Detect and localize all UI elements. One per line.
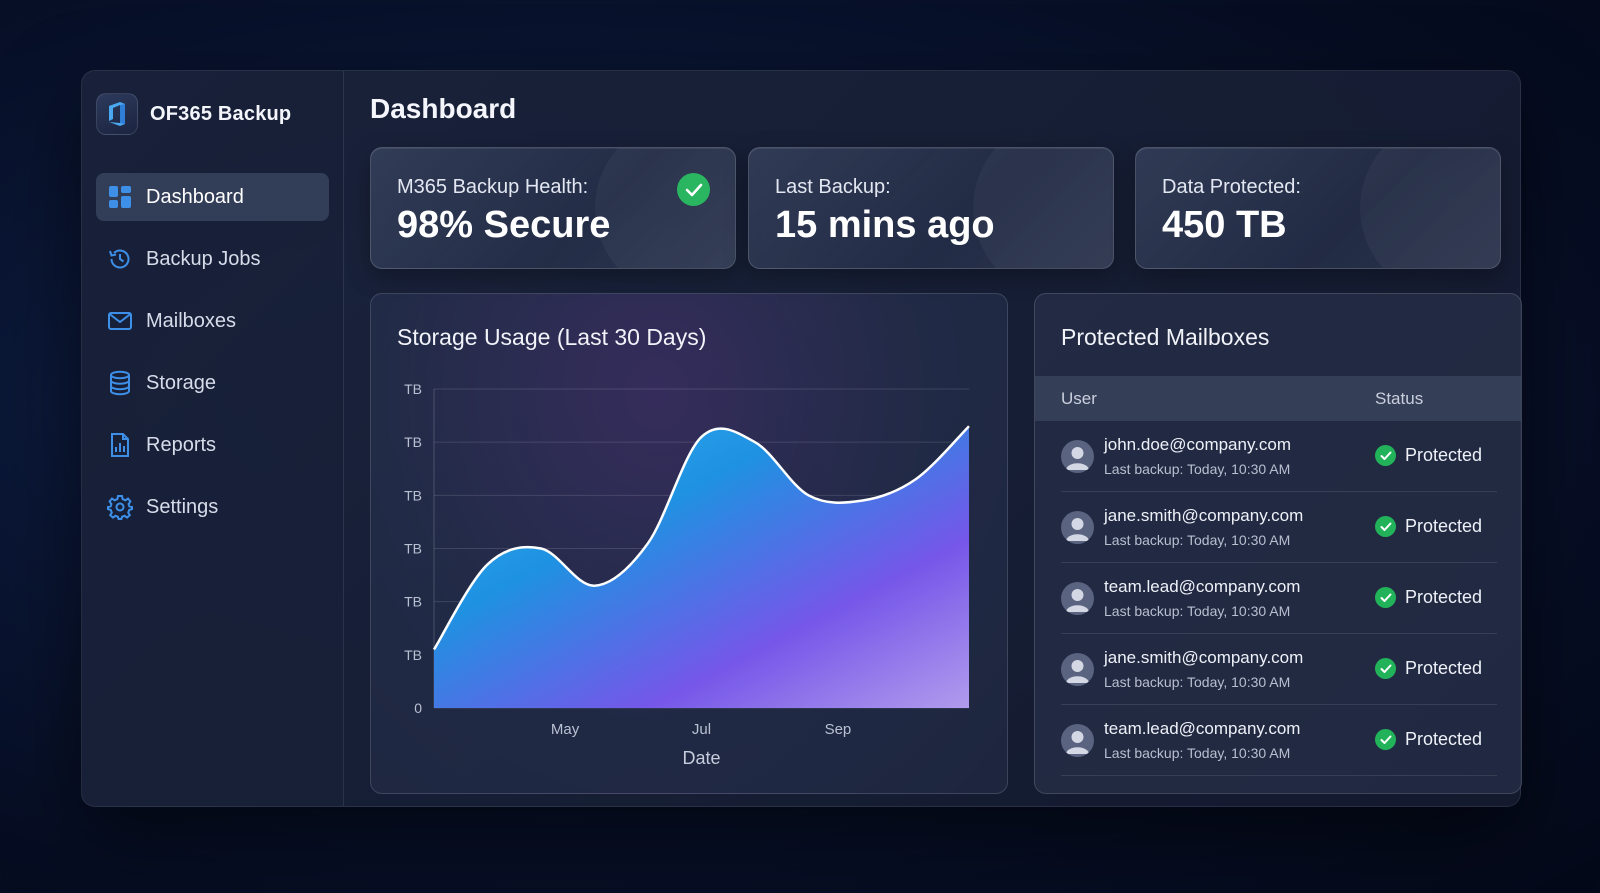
y-tick-label: TB [404, 647, 422, 663]
grid-icon [107, 184, 133, 210]
brand: OF365 Backup [96, 93, 291, 135]
user-avatar-icon [1061, 653, 1094, 686]
mail-icon [107, 308, 133, 334]
app-window: OF365 Backup Dashboard Backup Jobs Mailb… [81, 70, 1522, 807]
status-badge: Protected [1375, 729, 1482, 750]
stat-value: 15 mins ago [775, 204, 995, 246]
table-row[interactable]: team.lead@company.com Last backup: Today… [1061, 563, 1497, 634]
office-logo-icon [96, 93, 138, 135]
stat-value: 98% Secure [397, 204, 611, 246]
check-circle-icon [1375, 658, 1396, 679]
check-circle-icon [677, 173, 710, 206]
sidebar-item-mailboxes[interactable]: Mailboxes [96, 297, 329, 345]
stat-value: 450 TB [1162, 204, 1287, 246]
y-tick-label: TB [404, 381, 422, 397]
mailbox-last-backup: Last backup: Today, 10:30 AM [1104, 745, 1291, 761]
chart-area [434, 426, 969, 708]
mailboxes-title: Protected Mailboxes [1061, 324, 1270, 350]
protected-mailboxes-card: Protected Mailboxes User Status john.doe… [1034, 293, 1522, 794]
stat-label: Last Backup: [775, 176, 891, 198]
sidebar-item-reports[interactable]: Reports [96, 421, 329, 469]
column-header-status[interactable]: Status [1375, 389, 1423, 409]
check-circle-icon [1375, 587, 1396, 608]
status-text: Protected [1405, 729, 1483, 749]
app-name: OF365 Backup [150, 102, 292, 125]
mailbox-email: jane.smith@company.com [1104, 648, 1304, 667]
mailbox-email: team.lead@company.com [1104, 719, 1301, 738]
table-row[interactable]: team.lead@company.com [1061, 776, 1497, 793]
sidebar-item-label: Mailboxes [146, 309, 237, 332]
status-badge: Protected [1375, 516, 1482, 537]
mailbox-last-backup: Last backup: Today, 10:30 AM [1104, 674, 1291, 690]
mailbox-last-backup: Last backup: Today, 10:30 AM [1104, 461, 1291, 477]
status-text: Protected [1405, 658, 1483, 678]
y-tick-label: TB [404, 487, 422, 503]
status-badge: Protected [1375, 587, 1482, 608]
mailbox-email: team.lead@company.com [1104, 790, 1300, 793]
x-tick-label: Jul [692, 721, 711, 738]
mailbox-email: team.lead@company.com [1104, 577, 1301, 596]
mailbox-last-backup: Last backup: Today, 10:30 AM [1104, 603, 1291, 619]
mailbox-email: john.doe@company.com [1104, 435, 1292, 454]
stat-card-data-protected: Data Protected: 450 TB [1135, 147, 1501, 269]
database-icon [107, 370, 133, 396]
sidebar-item-label: Backup Jobs [146, 247, 261, 270]
y-tick-label: TB [404, 541, 422, 557]
sidebar-item-label: Settings [146, 495, 219, 518]
mailbox-email: jane.smith@company.com [1104, 506, 1304, 525]
sidebar: OF365 Backup Dashboard Backup Jobs Mailb… [82, 71, 344, 806]
stat-card-health: M365 Backup Health: 98% Secure [370, 147, 736, 269]
table-header: User Status [1035, 376, 1521, 421]
sidebar-item-label: Storage [146, 371, 217, 394]
storage-usage-chart: 0 TB TB TB TB TB TB May Jul Sep Date [404, 381, 970, 768]
sidebar-item-storage[interactable]: Storage [96, 359, 329, 407]
storage-chart-card: Storage Usage (Last 30 Days) 0 TB TB TB TB TB… [370, 293, 1008, 794]
x-tick-label: May [551, 721, 580, 738]
status-text: Protected [1405, 516, 1483, 536]
mailbox-list: john.doe@company.com Last backup: Today,… [1035, 421, 1521, 793]
y-tick-label: TB [404, 434, 422, 450]
stat-label: Data Protected: [1162, 176, 1301, 198]
history-icon [107, 246, 133, 272]
mailbox-last-backup: Last backup: Today, 10:30 AM [1104, 532, 1291, 548]
x-tick-label: Sep [825, 721, 852, 738]
table-row[interactable]: john.doe@company.com Last backup: Today,… [1061, 421, 1497, 492]
x-axis-label: Date [682, 748, 720, 768]
sidebar-item-dashboard[interactable]: Dashboard [96, 173, 329, 221]
table-row[interactable]: jane.smith@company.com Last backup: Toda… [1061, 634, 1497, 705]
user-avatar-icon [1061, 582, 1094, 615]
table-row[interactable]: team.lead@company.com Last backup: Today… [1061, 705, 1497, 776]
sidebar-item-settings[interactable]: Settings [96, 483, 329, 531]
table-row[interactable]: jane.smith@company.com Last backup: Toda… [1061, 492, 1497, 563]
y-tick-label: TB [404, 594, 422, 610]
check-circle-icon [1375, 516, 1396, 537]
check-circle-icon [1375, 445, 1396, 466]
stat-label: M365 Backup Health: [397, 176, 589, 198]
user-avatar-icon [1061, 440, 1094, 473]
sidebar-item-backup-jobs[interactable]: Backup Jobs [96, 235, 329, 283]
column-header-user[interactable]: User [1061, 389, 1097, 409]
status-badge: Protected [1375, 445, 1482, 466]
status-text: Protected [1405, 587, 1483, 607]
sidebar-item-label: Reports [146, 433, 217, 456]
report-icon [107, 432, 133, 458]
stat-card-last-backup: Last Backup: 15 mins ago [748, 147, 1114, 269]
y-tick-label: 0 [414, 700, 422, 716]
gear-icon [107, 494, 133, 520]
sidebar-nav: Dashboard Backup Jobs Mailboxes Storage … [96, 173, 329, 545]
page-title: Dashboard [370, 93, 517, 124]
user-avatar-icon [1061, 724, 1094, 757]
check-circle-icon [1375, 729, 1396, 750]
user-avatar-icon [1061, 511, 1094, 544]
status-text: Protected [1405, 445, 1483, 465]
sidebar-item-label: Dashboard [146, 185, 244, 208]
status-badge: Protected [1375, 658, 1482, 679]
